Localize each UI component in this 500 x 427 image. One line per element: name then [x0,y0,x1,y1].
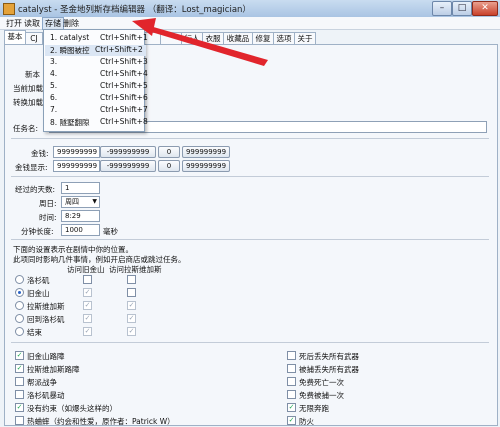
arrow-shaft [148,26,268,66]
annotation-arrow [132,18,268,66]
arrow-head [132,18,156,36]
